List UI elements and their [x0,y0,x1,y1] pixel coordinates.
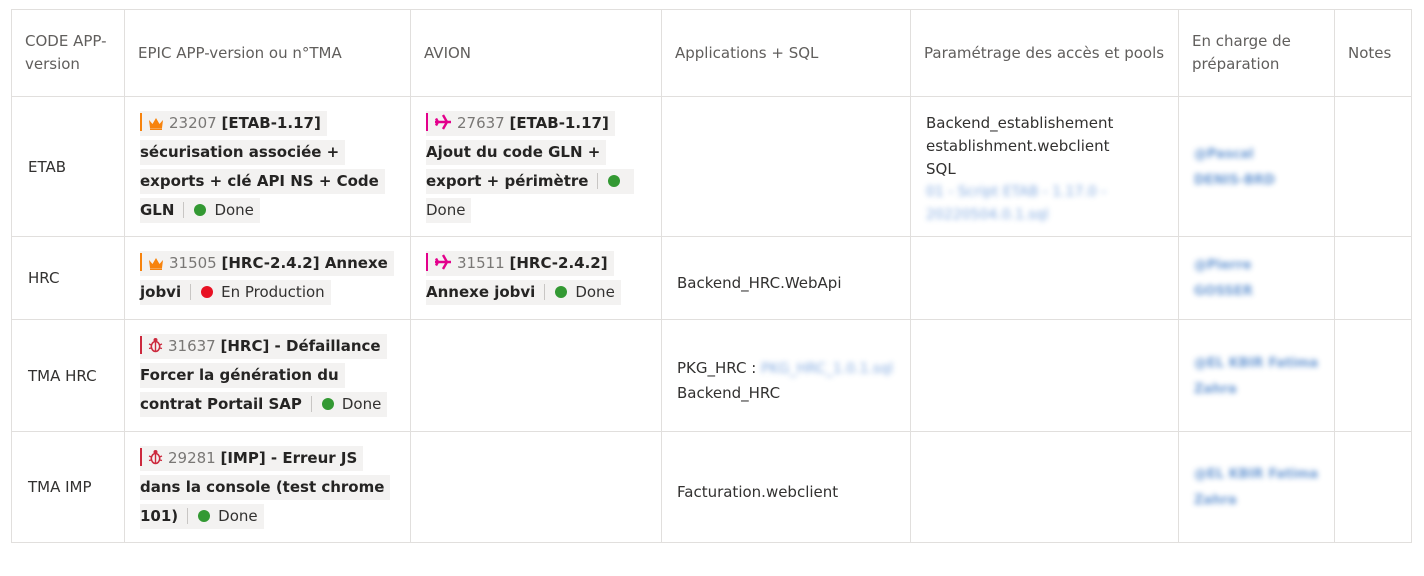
status-done-icon [194,203,207,216]
work-item-chip[interactable]: 23207 [ETAB-1.17] sécurisation associée … [140,110,385,223]
params-cell [910,319,1179,432]
notes-cell[interactable] [1334,236,1412,320]
work-item-chip[interactable]: 27637 [ETAB-1.17] Ajout du code GLN + ex… [426,110,635,223]
owner-name[interactable]: GOSSER [1194,280,1253,304]
status-done-icon [198,509,211,522]
epic-cell: 31637 [HRC] - Défaillance Forcer la géné… [124,319,411,432]
avion-cell [410,319,662,432]
owner-name[interactable]: @Pierre [1194,254,1251,278]
column-header-params[interactable]: Paramétrage des accès et pools [910,9,1179,97]
code-cell: TMA IMP [11,431,125,543]
owner-name[interactable]: Fatima [1268,463,1318,487]
owner-cell: @EL KBIR Fatima Zahra [1178,431,1335,543]
owner-name[interactable]: Zahra [1194,489,1237,513]
params-cell [910,431,1179,543]
crown-icon [149,117,163,130]
sql-label: SQL [926,160,956,178]
column-header-owner[interactable]: En charge de préparation [1178,9,1335,97]
epic-cell: 23207 [ETAB-1.17] sécurisation associée … [124,96,411,237]
avion-cell [410,431,662,543]
notes-cell[interactable] [1334,96,1412,237]
work-item-title: [ETAB-1.17] Ajout du code GLN + export +… [426,113,609,190]
notes-cell[interactable] [1334,319,1412,432]
apps-cell [661,96,911,237]
table-row: TMA HRC 31637 [HRC] - Défaillance Forcer… [11,319,1412,432]
owner-cell: @Pierre GOSSER [1178,236,1335,320]
table-row: HRC 31505 [HRC-2.4.2] Annexe jobvi En Pro… [11,236,1412,320]
bug-icon [148,338,163,353]
params-cell [910,236,1179,320]
owner-name[interactable]: DENIS-BRD [1194,169,1275,193]
status-label: Done [426,200,466,219]
owner-cell: @EL KBIR Fatima Zahra [1178,319,1335,432]
work-item-id: 23207 [169,113,217,132]
status-label: En Production [221,283,325,301]
app-line: Backend_HRC.WebApi [677,274,842,292]
owner-cell: @Pascal DENIS-BRD [1178,96,1335,237]
status-label: Done [218,506,258,525]
column-header-apps[interactable]: Applications + SQL [661,9,911,97]
column-header-epic[interactable]: EPIC APP-version ou n°TMA [124,9,411,97]
column-header-code[interactable]: CODE APP-version [11,9,125,97]
column-header-notes[interactable]: Notes [1334,9,1412,97]
owner-name[interactable]: Fatima [1268,352,1318,376]
work-item-chip[interactable]: 31637 [HRC] - Défaillance Forcer la géné… [140,334,388,417]
param-line: Backend_establishement [926,114,1114,132]
column-header-avion[interactable]: AVION [410,9,662,97]
app-line: Backend_HRC [677,384,781,402]
sql-file-link[interactable]: PKG_HRC_1.0.1.sql [761,357,893,381]
apps-cell: Facturation.webclient [661,431,911,543]
status-production-icon [201,286,214,298]
table-row: ETAB 23207 [ETAB-1.17] sécurisation asso… [11,96,1412,237]
work-item-id: 31511 [457,254,505,272]
notes-cell[interactable] [1334,431,1412,543]
work-item-chip[interactable]: 31511 [HRC-2.4.2] Annexe jobvi Done [426,251,621,305]
code-cell: TMA HRC [11,319,125,432]
avion-cell: 27637 [ETAB-1.17] Ajout du code GLN + ex… [410,96,662,237]
sql-file-link[interactable]: 01 - Script ETAB - 1.17.0 - 20220504.0.1… [926,181,1163,227]
epic-cell: 31505 [HRC-2.4.2] Annexe jobvi En Product… [124,236,411,320]
owner-name[interactable]: @EL KBIR [1194,463,1264,487]
status-label: Done [341,395,382,413]
param-line: establishment.webclient [926,137,1110,155]
code-cell: ETAB [11,96,125,237]
work-item-id: 29281 [168,448,216,467]
apps-cell: Backend_HRC.WebApi [661,236,911,320]
crown-icon [149,258,163,270]
owner-name[interactable]: @EL KBIR [1194,352,1264,376]
status-label: Done [214,200,254,219]
table-row: TMA IMP 29281 [IMP] - Erreur JS dans la … [11,431,1412,543]
status-done-icon [321,398,334,410]
work-item-id: 27637 [457,113,505,132]
app-line: PKG_HRC : [677,359,757,377]
apps-cell: PKG_HRC : PKG_HRC_1.0.1.sql Backend_HRC [661,319,911,432]
work-item-id: 31637 [168,337,216,355]
plane-icon [434,254,451,270]
epic-cell: 29281 [IMP] - Erreur JS dans la console … [124,431,411,543]
plane-icon [434,113,451,130]
status-label: Done [575,283,615,301]
owner-name[interactable]: Zahra [1194,378,1237,402]
bug-icon [148,449,163,464]
work-item-chip[interactable]: 31505 [HRC-2.4.2] Annexe jobvi En Product… [140,251,394,305]
owner-name[interactable]: @Pascal [1194,143,1254,167]
app-line: Facturation.webclient [677,483,839,501]
work-item-id: 31505 [169,254,217,272]
avion-cell: 31511 [HRC-2.4.2] Annexe jobvi Done [410,236,662,320]
preparation-table: CODE APP-version EPIC APP-version ou n°T… [11,9,1412,543]
status-done-icon [608,174,621,187]
code-cell: HRC [11,236,125,320]
status-done-icon [555,286,568,298]
params-cell: Backend_establishement establishment.web… [910,96,1179,237]
work-item-chip[interactable]: 29281 [IMP] - Erreur JS dans la console … [140,445,391,529]
header-row: CODE APP-version EPIC APP-version ou n°T… [11,9,1412,97]
